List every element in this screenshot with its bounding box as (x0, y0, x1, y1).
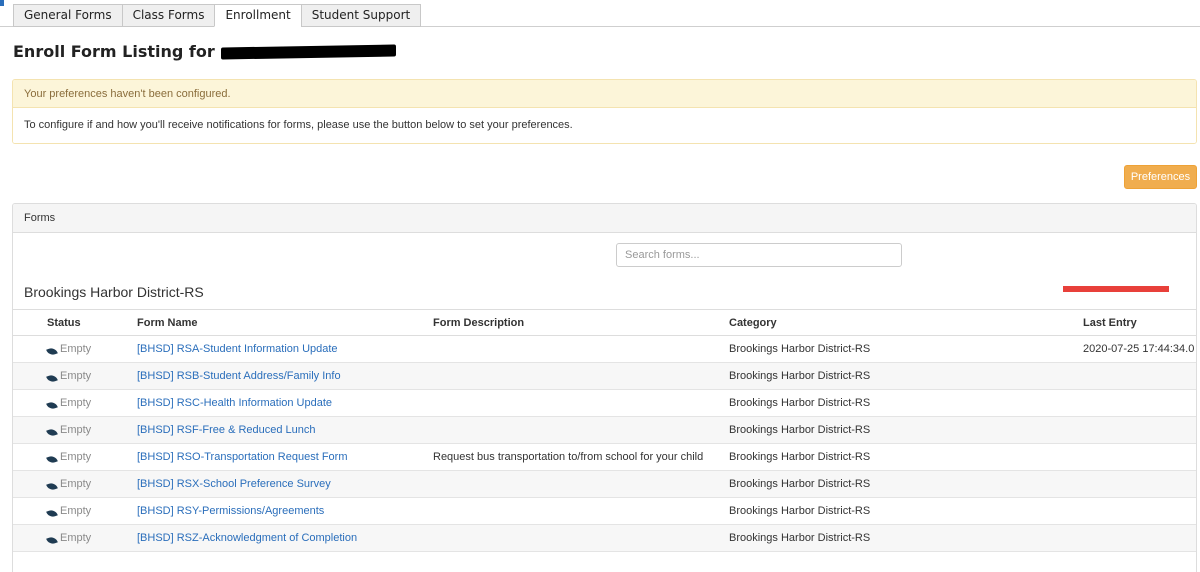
status-text: Empty (60, 505, 92, 517)
form-link[interactable]: [BHSD] RSB-Student Address/Family Info (137, 370, 341, 382)
form-link[interactable]: [BHSD] RSO-Transportation Request Form (137, 451, 348, 463)
table-row: Empty [BHSD] RSY-Permissions/Agreements … (13, 497, 1196, 525)
leaf-icon (46, 400, 58, 410)
form-link[interactable]: [BHSD] RSX-School Preference Survey (137, 478, 331, 490)
leaf-icon (46, 508, 58, 518)
last-entry (1083, 497, 1196, 525)
table-row: Empty [BHSD] RSZ-Acknowledgment of Compl… (13, 524, 1196, 552)
group-title: Brookings Harbor District-RS (24, 284, 204, 300)
tab-enrollment[interactable]: Enrollment (214, 4, 301, 27)
form-link[interactable]: [BHSD] RSY-Permissions/Agreements (137, 505, 324, 517)
form-description (433, 497, 729, 525)
status-cell: Empty (46, 390, 137, 416)
status-text: Empty (60, 397, 92, 409)
status-cell: Empty (46, 336, 137, 362)
form-description (433, 362, 729, 390)
last-entry (1083, 389, 1196, 417)
search-input[interactable] (616, 243, 902, 267)
table-row: Empty [BHSD] RSX-School Preference Surve… (13, 470, 1196, 498)
column-header-last-entry[interactable]: Last Entry (1083, 309, 1196, 336)
column-header-form-description[interactable]: Form Description (433, 309, 729, 336)
form-category: Brookings Harbor District-RS (729, 497, 1083, 525)
column-header-category[interactable]: Category (729, 309, 1083, 336)
form-link[interactable]: [BHSD] RSC-Health Information Update (137, 397, 332, 409)
leaf-icon (46, 454, 58, 464)
preferences-alert: Your preferences haven't been configured… (12, 79, 1197, 144)
forms-panel: Forms Brookings Harbor District-RS Statu… (12, 203, 1197, 572)
form-description (433, 335, 729, 363)
forms-table: Status Form Name Form Description Catego… (13, 309, 1196, 552)
status-cell: Empty (46, 498, 137, 524)
status-text: Empty (60, 451, 92, 463)
corner-mark (0, 0, 4, 6)
status-cell: Empty (46, 444, 137, 470)
table-row: Empty [BHSD] RSF-Free & Reduced Lunch Br… (13, 416, 1196, 444)
status-cell: Empty (46, 525, 137, 551)
form-description: Request bus transportation to/from schoo… (433, 443, 729, 471)
page-title: Enroll Form Listing for (13, 42, 396, 61)
last-entry (1083, 362, 1196, 390)
alert-heading: Your preferences haven't been configured… (13, 80, 1196, 108)
last-entry: 2020-07-25 17:44:34.0 (1083, 335, 1196, 363)
status-cell: Empty (46, 471, 137, 497)
form-category: Brookings Harbor District-RS (729, 416, 1083, 444)
status-text: Empty (60, 478, 92, 490)
leaf-icon (46, 427, 58, 437)
status-cell: Empty (46, 417, 137, 443)
last-entry (1083, 416, 1196, 444)
panel-title: Forms (13, 204, 1196, 233)
preferences-button[interactable]: Preferences (1124, 165, 1197, 189)
table-header-row: Status Form Name Form Description Catego… (13, 309, 1196, 336)
redacted-name (220, 43, 396, 60)
form-category: Brookings Harbor District-RS (729, 470, 1083, 498)
form-description (433, 389, 729, 417)
column-header-form-name[interactable]: Form Name (137, 309, 433, 336)
status-text: Empty (60, 424, 92, 436)
table-row: Empty [BHSD] RSO-Transportation Request … (13, 443, 1196, 471)
form-category: Brookings Harbor District-RS (729, 362, 1083, 390)
form-description (433, 470, 729, 498)
table-row: Empty [BHSD] RSC-Health Information Upda… (13, 389, 1196, 417)
form-description (433, 524, 729, 552)
tab-class-forms[interactable]: Class Forms (121, 4, 215, 27)
last-entry (1083, 470, 1196, 498)
form-category: Brookings Harbor District-RS (729, 524, 1083, 552)
status-text: Empty (60, 532, 92, 544)
column-header-status[interactable]: Status (13, 309, 137, 336)
last-entry (1083, 524, 1196, 552)
tab-bar: General Forms Class Forms Enrollment Stu… (13, 4, 422, 27)
leaf-icon (46, 373, 58, 383)
alert-body: To configure if and how you'll receive n… (13, 108, 1196, 143)
form-category: Brookings Harbor District-RS (729, 389, 1083, 417)
tab-general-forms[interactable]: General Forms (13, 4, 122, 27)
status-text: Empty (60, 343, 92, 355)
form-category: Brookings Harbor District-RS (729, 443, 1083, 471)
form-link[interactable]: [BHSD] RSF-Free & Reduced Lunch (137, 424, 316, 436)
tab-student-support[interactable]: Student Support (300, 4, 422, 27)
form-link[interactable]: [BHSD] RSZ-Acknowledgment of Completion (137, 532, 357, 544)
form-category: Brookings Harbor District-RS (729, 335, 1083, 363)
leaf-icon (46, 481, 58, 491)
last-entry (1083, 443, 1196, 471)
form-link[interactable]: [BHSD] RSA-Student Information Update (137, 343, 338, 355)
leaf-icon (46, 535, 58, 545)
redaction-mark (1063, 286, 1169, 292)
table-row: Empty [BHSD] RSA-Student Information Upd… (13, 335, 1196, 363)
form-description (433, 416, 729, 444)
table-row: Empty [BHSD] RSB-Student Address/Family … (13, 362, 1196, 390)
status-text: Empty (60, 370, 92, 382)
leaf-icon (46, 346, 58, 356)
status-cell: Empty (46, 363, 137, 389)
page-title-text: Enroll Form Listing for (13, 42, 215, 61)
